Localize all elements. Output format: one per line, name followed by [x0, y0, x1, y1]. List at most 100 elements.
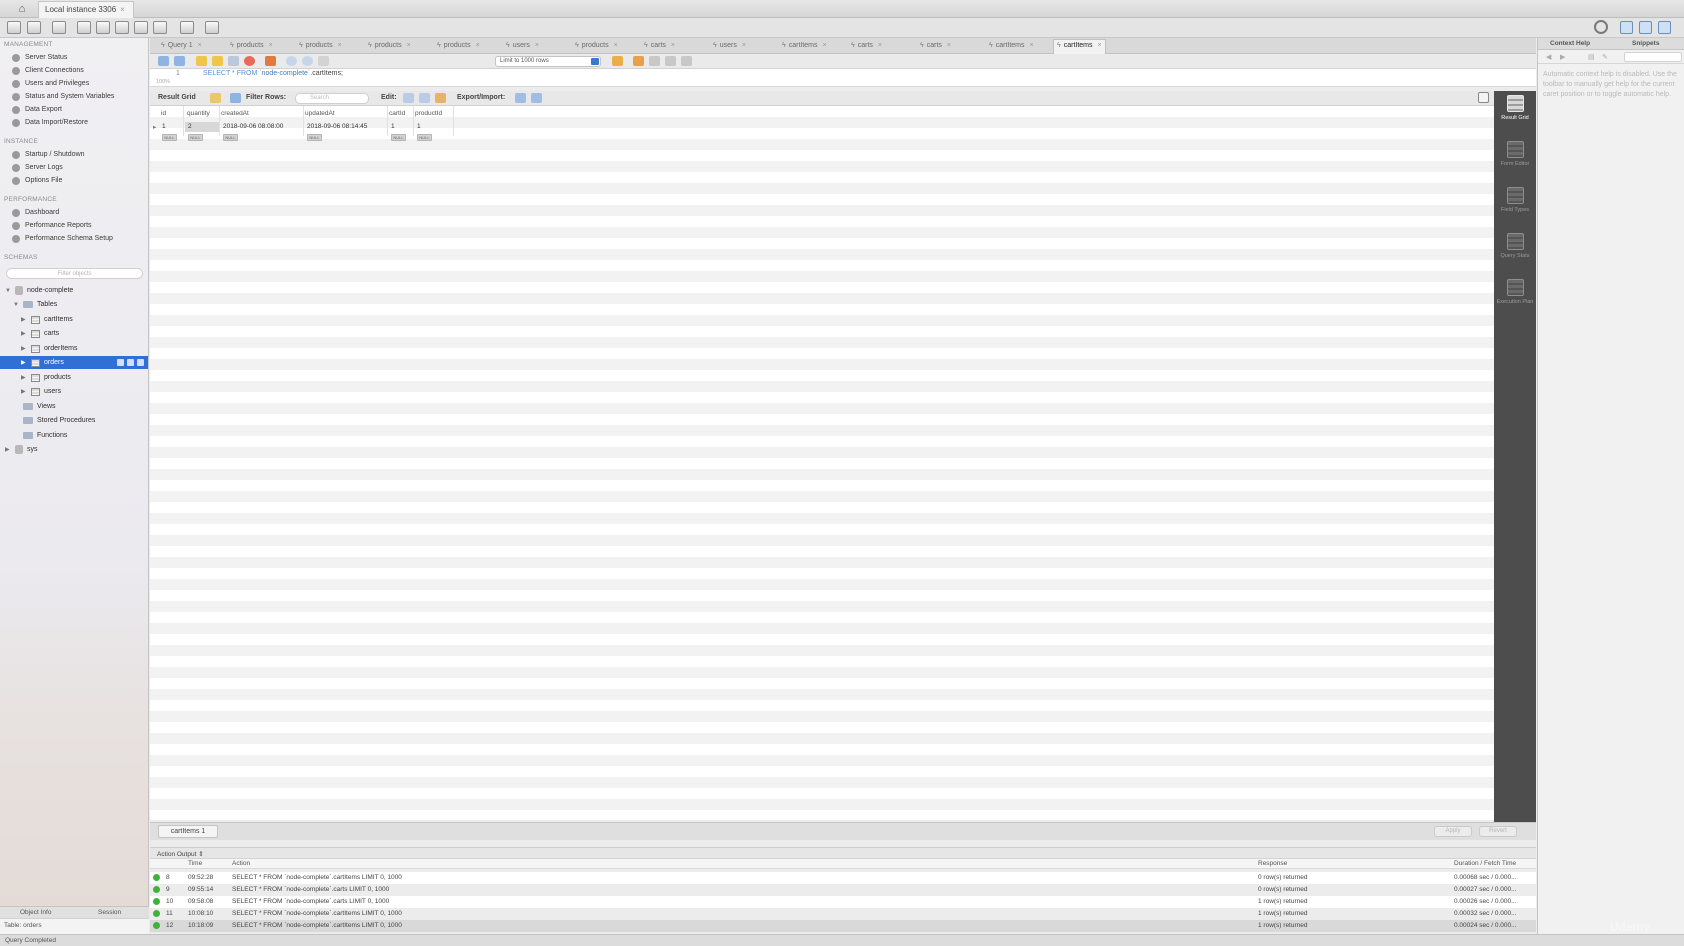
- close-icon[interactable]: ×: [947, 42, 951, 49]
- column-header[interactable]: productId: [415, 110, 442, 117]
- inspector-icon[interactable]: [52, 21, 66, 34]
- instance-tab[interactable]: Local instance 3306 ×: [38, 1, 134, 18]
- chevron-right-icon[interactable]: ▶: [21, 388, 27, 395]
- filter-rows-input[interactable]: Search: [295, 93, 369, 104]
- column-header[interactable]: id: [161, 110, 166, 117]
- chevron-down-icon[interactable]: ▼: [13, 302, 19, 308]
- toggle-secondary-sidebar-icon[interactable]: [1658, 21, 1671, 34]
- output-row[interactable]: 12 10:18:09 SELECT * FROM `node-complete`.…: [150, 920, 1536, 932]
- close-icon[interactable]: ×: [878, 42, 882, 49]
- sql-text[interactable]: SELECT * FROM `node-complete`.cartItems;: [203, 70, 343, 77]
- tab-products[interactable]: ϟ products ×: [365, 40, 414, 54]
- chevron-right-icon[interactable]: ▶: [21, 330, 27, 337]
- tab-carts[interactable]: ϟ carts ×: [641, 40, 678, 54]
- grid-cell[interactable]: 2: [188, 123, 192, 130]
- tree-table-cartitems[interactable]: ▶ cartItems: [21, 313, 73, 326]
- form-editor-view-button[interactable]: Form Editor: [1494, 141, 1536, 167]
- close-icon[interactable]: ×: [1098, 42, 1102, 49]
- autocommit-icon[interactable]: [318, 56, 329, 66]
- save-icon[interactable]: [174, 56, 185, 66]
- sql-editor[interactable]: 1 SELECT * FROM `node-complete`.cartItem…: [150, 69, 1536, 87]
- auto-help-icon[interactable]: ✎: [1602, 53, 1608, 61]
- tab-context-help[interactable]: Context Help: [1550, 40, 1590, 47]
- tab-users[interactable]: ϟ users ×: [503, 40, 542, 54]
- delete-row-icon[interactable]: [435, 93, 446, 103]
- open-file-icon[interactable]: [158, 56, 169, 66]
- nav-data-export[interactable]: Data Export: [12, 104, 62, 115]
- tree-table-orders[interactable]: ▶ orders: [0, 356, 148, 369]
- toggle-sidebar-icon[interactable]: [1620, 21, 1633, 34]
- close-icon[interactable]: ×: [823, 42, 827, 49]
- tree-tables[interactable]: ▼ Tables: [13, 298, 57, 311]
- beautify-icon[interactable]: [612, 56, 623, 66]
- commit-icon[interactable]: [286, 56, 297, 66]
- schema-node-complete[interactable]: ▼ node-complete: [5, 284, 73, 297]
- output-row[interactable]: 10 09:58:08 SELECT * FROM `node-complete`.…: [150, 896, 1536, 908]
- close-icon[interactable]: ×: [614, 42, 618, 49]
- close-icon[interactable]: ×: [476, 42, 480, 49]
- nav-startup-shutdown[interactable]: Startup / Shutdown: [12, 149, 85, 160]
- find-icon[interactable]: [633, 56, 644, 66]
- output-title[interactable]: Action Output ⇕: [157, 850, 204, 858]
- tab-users[interactable]: ϟ users ×: [710, 40, 749, 54]
- tree-views[interactable]: Views: [13, 400, 56, 413]
- toggle-output-icon[interactable]: [1639, 21, 1652, 34]
- tree-stored-procedures[interactable]: Stored Procedures: [13, 414, 95, 427]
- search-icon[interactable]: [649, 56, 660, 66]
- grid-cell[interactable]: 1: [391, 123, 395, 130]
- tab-cartitems[interactable]: ϟ cartItems ×: [779, 40, 830, 54]
- open-sql-file-icon[interactable]: [27, 21, 41, 34]
- grid-cell[interactable]: 1: [162, 123, 166, 130]
- result-tab[interactable]: cartItems 1: [158, 825, 218, 838]
- chevron-right-icon[interactable]: ▶: [21, 359, 27, 366]
- table-data-icon[interactable]: [137, 359, 144, 366]
- export-icon[interactable]: [515, 93, 526, 103]
- search-table-data-icon[interactable]: [180, 21, 194, 34]
- tab-query-1[interactable]: ϟ Query 1 ×: [158, 40, 205, 54]
- chevron-right-icon[interactable]: ▶: [21, 374, 27, 381]
- nav-data-import[interactable]: Data Import/Restore: [12, 117, 88, 128]
- nav-status-variables[interactable]: Status and System Variables: [12, 91, 114, 102]
- chevron-right-icon[interactable]: ▶: [21, 345, 27, 352]
- nav-performance-reports[interactable]: Performance Reports: [12, 220, 92, 231]
- null-badge[interactable]: NULL: [307, 134, 322, 141]
- tab-carts[interactable]: ϟ carts ×: [848, 40, 885, 54]
- execution-plan-view-button[interactable]: Execution Plan: [1494, 279, 1536, 305]
- grid-layout-icon[interactable]: [210, 93, 221, 103]
- close-icon[interactable]: ×: [198, 42, 202, 49]
- tree-table-orderitems[interactable]: ▶ orderItems: [21, 342, 77, 355]
- rollback-icon[interactable]: [302, 56, 313, 66]
- tab-products[interactable]: ϟ products ×: [572, 40, 621, 54]
- close-icon[interactable]: ×: [1030, 42, 1034, 49]
- apply-button[interactable]: Apply: [1434, 826, 1472, 837]
- query-stats-view-button[interactable]: Query Stats: [1494, 233, 1536, 259]
- result-grid[interactable]: id quantity createdAt updatedAt cartId p…: [150, 106, 1496, 820]
- reconnect-icon[interactable]: [205, 21, 219, 34]
- invisible-chars-icon[interactable]: [665, 56, 676, 66]
- close-icon[interactable]: ×: [338, 42, 342, 49]
- column-header[interactable]: quantity: [187, 110, 210, 117]
- close-icon[interactable]: ×: [269, 42, 273, 49]
- tab-carts[interactable]: ϟ carts ×: [917, 40, 954, 54]
- schema-sys[interactable]: ▶ sys: [5, 443, 38, 456]
- help-topic-select[interactable]: [1624, 52, 1682, 62]
- null-badge[interactable]: NULL: [417, 134, 432, 141]
- schema-filter-input[interactable]: Filter objects: [6, 268, 143, 279]
- info-icon[interactable]: [117, 359, 124, 366]
- chevron-right-icon[interactable]: ▶: [21, 316, 27, 323]
- output-row[interactable]: 8 09:52:28 SELECT * FROM `node-complete`.c…: [150, 872, 1536, 884]
- toggle-continue-on-error-icon[interactable]: [265, 56, 276, 66]
- stop-icon[interactable]: [244, 56, 255, 66]
- home-icon[interactable]: ⌂: [6, 1, 38, 17]
- column-header[interactable]: updatedAt: [305, 110, 335, 117]
- nav-server-status[interactable]: Server Status: [12, 52, 67, 63]
- new-sql-tab-icon[interactable]: [7, 21, 21, 34]
- column-header[interactable]: createdAt: [221, 110, 249, 117]
- nav-server-logs[interactable]: Server Logs: [12, 162, 63, 173]
- execute-icon[interactable]: [196, 56, 207, 66]
- field-types-view-button[interactable]: Field Types: [1494, 187, 1536, 213]
- result-grid-view-button[interactable]: Result Grid: [1494, 95, 1536, 121]
- limit-rows-select[interactable]: Limit to 1000 rows: [495, 56, 601, 67]
- tree-table-products[interactable]: ▶ products: [21, 371, 71, 384]
- grid-cell[interactable]: 2018-09-06 08:08:00: [223, 123, 283, 130]
